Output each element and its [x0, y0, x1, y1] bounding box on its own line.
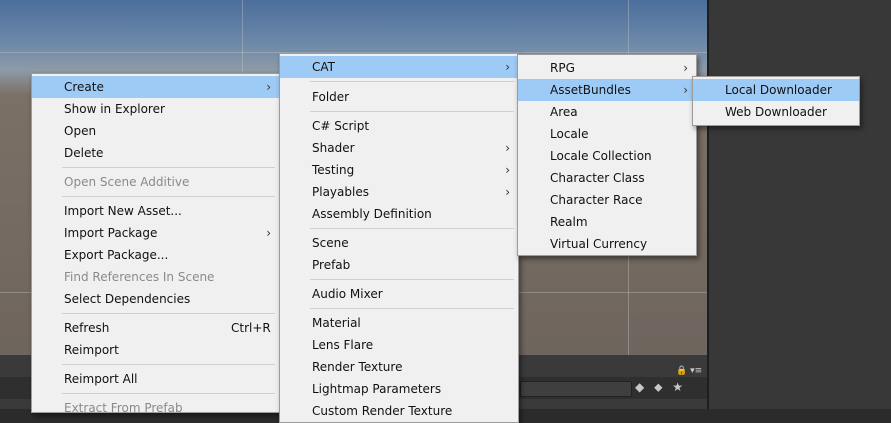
- menu-item-refresh[interactable]: Refresh Ctrl+R: [32, 317, 279, 339]
- chevron-right-icon: ›: [505, 163, 510, 177]
- tag-icon[interactable]: ⬥: [654, 380, 662, 394]
- menu-separator: [62, 313, 275, 314]
- menu-item-label: Create: [64, 80, 104, 94]
- menu-item-scene[interactable]: Scene: [280, 232, 518, 254]
- menu-item-lens-flare[interactable]: Lens Flare: [280, 334, 518, 356]
- chevron-right-icon: ›: [266, 226, 271, 240]
- menu-item-delete[interactable]: Delete: [32, 142, 279, 164]
- menu-item-label: Playables: [312, 185, 369, 199]
- menu-item-label: Import Package: [64, 226, 158, 240]
- menu-separator: [62, 167, 275, 168]
- menu-item-label: AssetBundles: [550, 83, 631, 97]
- menu-item-label: CAT: [312, 60, 335, 74]
- menu-item-folder[interactable]: Folder: [280, 86, 518, 108]
- menu-item-csharp-script[interactable]: C# Script: [280, 115, 518, 137]
- menu-item-cat[interactable]: CAT ›: [280, 56, 518, 78]
- menu-item-prefab[interactable]: Prefab: [280, 254, 518, 276]
- menu-separator: [310, 308, 514, 309]
- chevron-right-icon: ›: [505, 60, 510, 74]
- menu-item-label: Refresh: [64, 321, 110, 335]
- menu-item-export-package[interactable]: Export Package...: [32, 244, 279, 266]
- cat-submenu: RPG › AssetBundles › Area Locale Locale Co…: [517, 54, 697, 256]
- chevron-right-icon: ›: [505, 141, 510, 155]
- menu-item-web-downloader[interactable]: Web Downloader: [693, 101, 859, 123]
- chevron-right-icon: ›: [266, 80, 271, 94]
- menu-item-playables[interactable]: Playables ›: [280, 181, 518, 203]
- menu-item-label: Testing: [312, 163, 355, 177]
- context-menu: Create › Show in Explorer Open Delete Ope…: [31, 73, 280, 415]
- menu-item-lightmap-parameters[interactable]: Lightmap Parameters: [280, 378, 518, 400]
- menu-item-open[interactable]: Open: [32, 120, 279, 142]
- panel-controls: 🔒 ▾≡: [676, 366, 702, 376]
- menu-dropdown-icon[interactable]: ▾≡: [690, 366, 702, 376]
- create-submenu: CAT › Folder C# Script Shader › Testing › P…: [279, 53, 519, 423]
- assetbundles-submenu: Local Downloader Web Downloader: [692, 76, 860, 126]
- menu-item-reimport-all[interactable]: Reimport All: [32, 368, 279, 390]
- menu-item-import-new-asset[interactable]: Import New Asset...: [32, 200, 279, 222]
- shortcut-label: Ctrl+R: [231, 321, 271, 335]
- menu-item-custom-render-texture[interactable]: Custom Render Texture: [280, 400, 518, 422]
- chevron-right-icon: ›: [683, 61, 688, 75]
- chevron-right-icon: ›: [683, 83, 688, 97]
- menu-item-label: RPG: [550, 61, 575, 75]
- menu-item-audio-mixer[interactable]: Audio Mixer: [280, 283, 518, 305]
- menu-item-realm[interactable]: Realm: [518, 211, 696, 233]
- menu-separator: [310, 111, 514, 112]
- menu-item-locale-collection[interactable]: Locale Collection: [518, 145, 696, 167]
- menu-separator: [310, 228, 514, 229]
- menu-item-render-texture[interactable]: Render Texture: [280, 356, 518, 378]
- menu-item-reimport[interactable]: Reimport: [32, 339, 279, 361]
- menu-item-virtual-currency[interactable]: Virtual Currency: [518, 233, 696, 255]
- menu-item-show-in-explorer[interactable]: Show in Explorer: [32, 98, 279, 120]
- menu-separator: [62, 393, 275, 394]
- lock-icon[interactable]: 🔒: [676, 366, 687, 376]
- menu-item-testing[interactable]: Testing ›: [280, 159, 518, 181]
- labels-icon[interactable]: ◆: [635, 380, 644, 394]
- menu-item-select-dependencies[interactable]: Select Dependencies: [32, 288, 279, 310]
- menu-item-area[interactable]: Area: [518, 101, 696, 123]
- menu-item-character-class[interactable]: Character Class: [518, 167, 696, 189]
- menu-item-import-package[interactable]: Import Package ›: [32, 222, 279, 244]
- search-input[interactable]: [520, 381, 632, 397]
- menu-item-local-downloader[interactable]: Local Downloader: [693, 79, 859, 101]
- inspector-panel: [707, 0, 891, 409]
- menu-item-open-scene-additive: Open Scene Additive: [64, 175, 190, 189]
- menu-item-find-references: Find References In Scene: [64, 270, 215, 284]
- project-tool-icons: ◆ ⬥ ★: [635, 380, 689, 395]
- star-icon[interactable]: ★: [672, 380, 683, 394]
- menu-separator: [310, 81, 514, 82]
- menu-item-material[interactable]: Material: [280, 312, 518, 334]
- menu-separator: [62, 196, 275, 197]
- menu-item-locale[interactable]: Locale: [518, 123, 696, 145]
- menu-item-label: Shader: [312, 141, 355, 155]
- menu-item-assembly-definition[interactable]: Assembly Definition: [280, 203, 518, 225]
- menu-separator: [310, 279, 514, 280]
- menu-item-rpg[interactable]: RPG ›: [518, 57, 696, 79]
- menu-item-character-race[interactable]: Character Race: [518, 189, 696, 211]
- menu-separator: [62, 364, 275, 365]
- menu-item-assetbundles[interactable]: AssetBundles ›: [518, 79, 696, 101]
- menu-item-shader[interactable]: Shader ›: [280, 137, 518, 159]
- chevron-right-icon: ›: [505, 185, 510, 199]
- menu-item-extract-from-prefab: Extract From Prefab: [64, 401, 183, 415]
- menu-item-create[interactable]: Create ›: [32, 76, 279, 98]
